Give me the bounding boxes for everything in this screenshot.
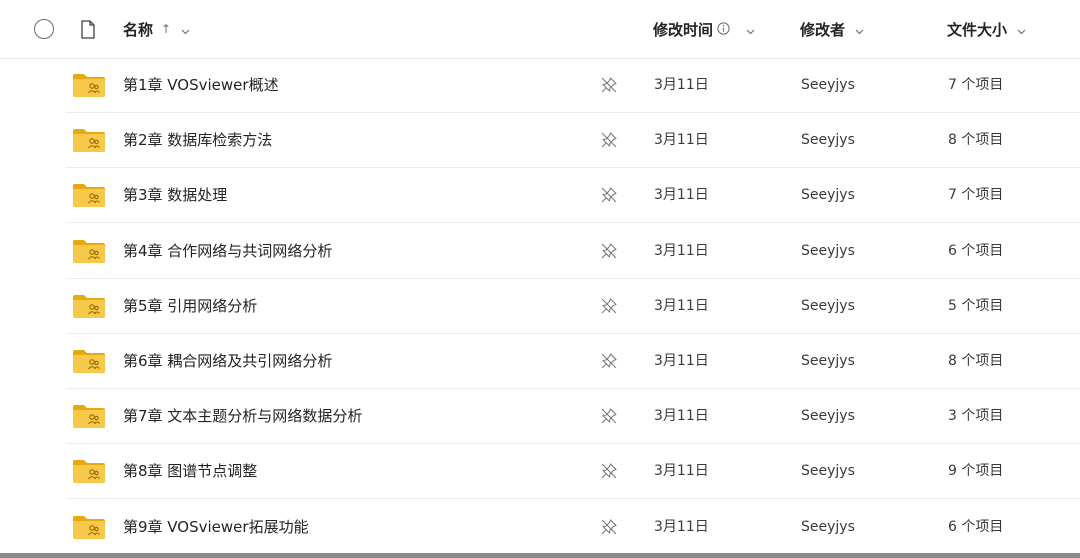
item-count: 9 个项目 (948, 463, 1004, 480)
sort-ascending-icon: ↑ (161, 22, 172, 36)
file-type-icon (80, 20, 96, 43)
modified-date: 3月11日 (654, 408, 709, 425)
table-row[interactable]: 第4章 合作网络与共词网络分析 3月11日 Seeyjys 6 个项目 (0, 224, 1080, 279)
item-count: 3 个项目 (948, 408, 1004, 425)
shared-folder-icon (72, 182, 106, 212)
column-header-modifier[interactable]: 修改者 (800, 0, 864, 58)
modified-date: 3月11日 (654, 297, 709, 314)
modified-date: 3月11日 (654, 353, 709, 369)
table-row[interactable]: 第7章 文本主题分析与网络数据分析 3月11日 Seeyjys 3 个项目 (0, 389, 1080, 445)
modified-date: 3月11日 (654, 242, 709, 259)
shared-folder-icon (72, 514, 106, 544)
pin-icon[interactable] (600, 76, 618, 98)
modified-date: 3月11日 (654, 77, 709, 93)
chevron-down-icon[interactable] (855, 20, 864, 39)
pin-icon[interactable] (600, 352, 618, 374)
pin-icon[interactable] (600, 297, 618, 319)
column-name-label: 名称 (123, 20, 154, 39)
table-row[interactable]: 第8章 图谱节点调整 3月11日 Seeyjys 9 个项目 (0, 444, 1080, 500)
modified-date: 3月11日 (654, 187, 709, 204)
shared-folder-icon (72, 403, 106, 433)
table-row[interactable]: 第9章 VOSviewer拓展功能 3月11日 Seeyjys 6 个项目 (0, 500, 1080, 555)
folder-name-link[interactable]: 第2章 数据库检索方法 (123, 113, 272, 168)
pin-icon[interactable] (600, 186, 618, 208)
modified-by: Seeyjys (801, 353, 855, 369)
modified-by: Seeyjys (801, 77, 855, 93)
list-header: 名称 ↑ 修改时间 修改者 文件大小 (0, 0, 1080, 59)
table-row[interactable]: 第3章 数据处理 3月11日 Seeyjys 7 个项目 (0, 168, 1080, 224)
item-count: 7 个项目 (948, 77, 1004, 93)
pin-icon[interactable] (600, 131, 618, 153)
column-size-label: 文件大小 (947, 20, 1008, 39)
column-header-modified[interactable]: 修改时间 (653, 0, 755, 58)
folder-name-link[interactable]: 第9章 VOSviewer拓展功能 (123, 500, 309, 555)
item-count: 7 个项目 (948, 187, 1004, 204)
table-row[interactable]: 第2章 数据库检索方法 3月11日 Seeyjys 8 个项目 (0, 113, 1080, 169)
shared-folder-icon (72, 293, 106, 323)
item-count: 6 个项目 (948, 518, 1004, 535)
modified-by: Seeyjys (801, 132, 855, 149)
table-row[interactable]: 第6章 耦合网络及共引网络分析 3月11日 Seeyjys 8 个项目 (0, 334, 1080, 389)
shared-folder-icon (72, 348, 106, 378)
shared-folder-icon (72, 238, 106, 268)
chevron-down-icon[interactable] (746, 20, 755, 39)
folder-name-link[interactable]: 第7章 文本主题分析与网络数据分析 (123, 389, 362, 444)
item-count: 6 个项目 (948, 242, 1004, 259)
folder-name-link[interactable]: 第4章 合作网络与共词网络分析 (123, 224, 332, 279)
chevron-down-icon[interactable] (181, 20, 190, 39)
modified-date: 3月11日 (654, 132, 709, 149)
modified-by: Seeyjys (801, 518, 855, 535)
shared-folder-icon (72, 72, 106, 102)
column-header-size[interactable]: 文件大小 (947, 0, 1026, 58)
item-count: 5 个项目 (948, 297, 1004, 314)
modified-date: 3月11日 (654, 463, 709, 480)
modified-by: Seeyjys (801, 408, 855, 425)
info-icon[interactable] (717, 20, 730, 39)
folder-name-link[interactable]: 第6章 耦合网络及共引网络分析 (123, 334, 332, 389)
shared-folder-icon (72, 458, 106, 488)
select-all-checkbox[interactable] (34, 19, 54, 39)
folder-name-link[interactable]: 第1章 VOSviewer概述 (123, 58, 279, 113)
item-count: 8 个项目 (948, 132, 1004, 149)
column-modified-label: 修改时间 (653, 20, 714, 39)
column-header-name[interactable]: 名称 ↑ (123, 0, 190, 58)
folder-name-link[interactable]: 第8章 图谱节点调整 (123, 444, 257, 499)
folder-name-link[interactable]: 第5章 引用网络分析 (123, 279, 257, 334)
modified-by: Seeyjys (801, 463, 855, 480)
folder-name-link[interactable]: 第3章 数据处理 (123, 168, 227, 223)
pin-icon[interactable] (600, 242, 618, 264)
modified-by: Seeyjys (801, 242, 855, 259)
modified-by: Seeyjys (801, 187, 855, 204)
pin-icon[interactable] (600, 407, 618, 429)
pin-icon[interactable] (600, 518, 618, 540)
table-row[interactable]: 第5章 引用网络分析 3月11日 Seeyjys 5 个项目 (0, 279, 1080, 334)
pin-icon[interactable] (600, 462, 618, 484)
modified-by: Seeyjys (801, 297, 855, 314)
item-count: 8 个项目 (948, 353, 1004, 369)
shared-folder-icon (72, 127, 106, 157)
table-row[interactable]: 第1章 VOSviewer概述 3月11日 Seeyjys 7 个项目 (0, 58, 1080, 113)
chevron-down-icon[interactable] (1017, 20, 1026, 39)
modified-date: 3月11日 (654, 518, 709, 535)
horizontal-scrollbar[interactable] (0, 553, 1080, 558)
column-modifier-label: 修改者 (800, 20, 846, 39)
